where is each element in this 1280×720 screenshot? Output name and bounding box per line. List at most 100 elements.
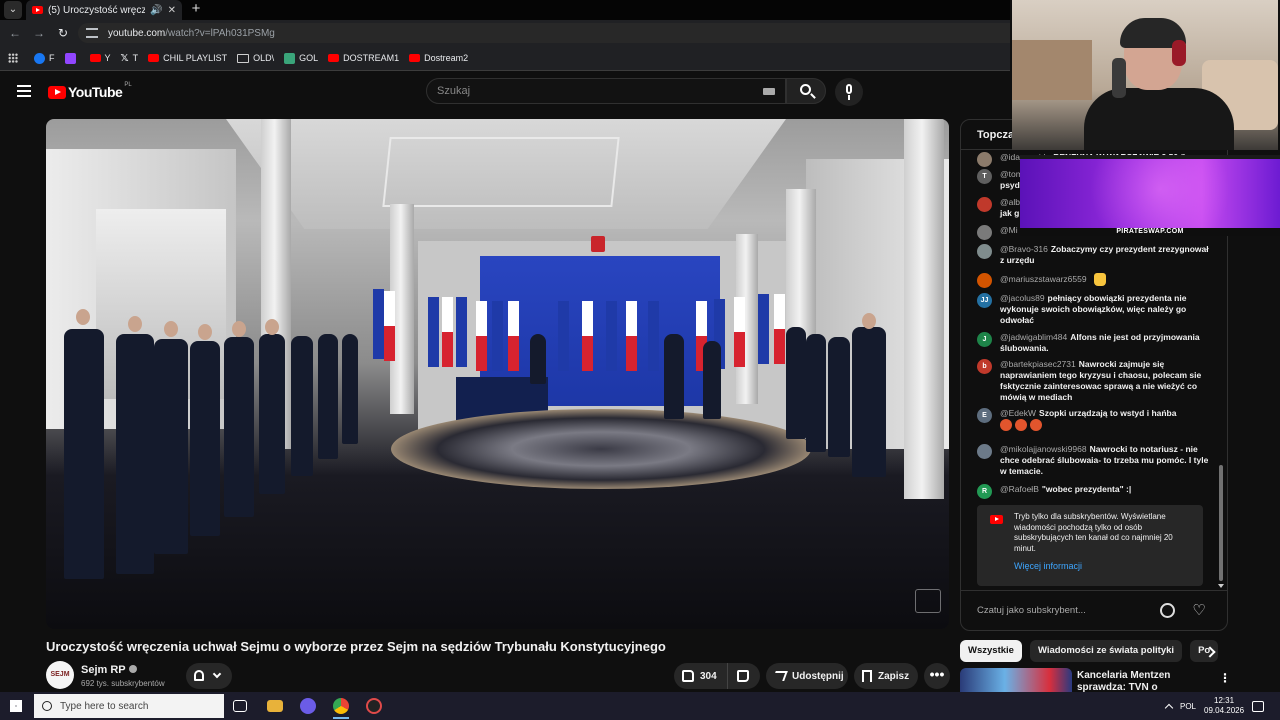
related-video-title[interactable]: Kancelaria Mentzen sprawdza: TVN o Funda… [1077, 670, 1207, 692]
chip-politics-news[interactable]: Wiadomości ze świata polityki [1029, 640, 1183, 662]
chat-avatar[interactable]: E [977, 408, 992, 423]
more-info-link[interactable]: Więcej informacji [1014, 561, 1082, 571]
chat-input[interactable] [977, 601, 1157, 619]
task-view-icon[interactable] [233, 700, 247, 712]
url-field[interactable]: youtube.com/watch?v=lPAh031PSMg [78, 23, 1010, 43]
bookmark-item[interactable]: DOSTREAM1 [328, 53, 399, 63]
chat-author[interactable]: @jacolus89 [1000, 293, 1045, 303]
clock-date: 09.04.2026 [1204, 706, 1245, 715]
bookmark-label: F [49, 53, 55, 63]
video-scene-person [318, 334, 338, 459]
show-hidden-icons-icon[interactable] [1164, 703, 1174, 712]
like-button[interactable]: 304 [674, 663, 728, 689]
close-tab-icon[interactable]: ✕ [168, 5, 176, 16]
video-scene-person [64, 329, 104, 579]
bookmark-item[interactable]: GOL [284, 52, 318, 64]
kebab-menu-icon[interactable]: ⋮ [1219, 671, 1231, 685]
back-arrow-icon[interactable]: ← [6, 24, 24, 42]
chat-avatar[interactable] [977, 244, 992, 259]
video-scene-face [76, 309, 90, 325]
more-actions-button[interactable]: ••• [924, 663, 950, 689]
related-video-thumbnail[interactable] [960, 668, 1072, 692]
video-player[interactable] [46, 119, 949, 629]
dislike-button[interactable] [728, 663, 760, 689]
video-scene-ceiling-frame [382, 137, 620, 207]
polish-flag-icon [476, 301, 487, 371]
chat-message: R @RafoełB "wobec prezydenta" :| [977, 484, 1209, 499]
chat-author[interactable]: @jadwigablim484 [1000, 332, 1067, 342]
sponsor-text: PIRATESWAP.COM [1116, 228, 1184, 235]
youtube-icon [990, 515, 1003, 524]
channel-avatar[interactable]: SEJM [46, 661, 74, 689]
bookmark-item[interactable]: 𝕏T [121, 53, 139, 64]
app-icon[interactable] [300, 698, 316, 714]
chat-author[interactable]: @RafoełB [1000, 484, 1039, 494]
chat-avatar[interactable]: R [977, 484, 992, 499]
site-info-icon[interactable] [86, 28, 98, 38]
channel-name[interactable]: Sejm RP [81, 664, 126, 676]
chat-avatar[interactable]: b [977, 359, 992, 374]
save-button[interactable]: Zapisz [854, 663, 918, 689]
chat-avatar[interactable] [977, 225, 992, 240]
chat-author[interactable]: @mikolajjanowski9968 [1000, 444, 1087, 454]
search-input[interactable] [437, 85, 757, 97]
channel-name-row[interactable]: Sejm RP [81, 664, 137, 676]
clock[interactable]: 12:31 09.04.2026 [1204, 696, 1244, 716]
new-tab-button[interactable]: + [188, 0, 204, 20]
taskbar-search-input[interactable] [60, 700, 210, 712]
chat-avatar[interactable] [977, 152, 992, 167]
chat-scrollbar[interactable] [1219, 465, 1223, 581]
apps-grid-icon[interactable] [8, 53, 18, 63]
chat-avatar[interactable] [977, 197, 992, 212]
menu-icon[interactable] [17, 85, 31, 97]
scroll-down-arrow-icon[interactable] [1218, 584, 1224, 588]
taskbar-search[interactable] [34, 694, 224, 718]
bookmark-item[interactable] [64, 52, 80, 64]
file-explorer-icon[interactable] [267, 700, 283, 712]
language-indicator[interactable]: POL [1180, 702, 1196, 711]
windows-start-icon[interactable] [10, 700, 22, 712]
chat-author[interactable]: @Mi [1000, 225, 1018, 235]
chip-all[interactable]: Wszystkie [960, 640, 1022, 662]
chat-mode-selector[interactable]: Topcza [977, 129, 1014, 141]
video-scene-face [862, 313, 876, 329]
bookmark-label: Y [104, 53, 111, 63]
bookmark-label: CHIL PLAYLIST [163, 53, 228, 63]
chat-author[interactable]: @Bravo-316 [1000, 244, 1048, 254]
voice-search-button[interactable] [835, 78, 863, 106]
tab-search-button[interactable]: ⌄ [4, 1, 22, 19]
chat-author[interactable]: @alb [1000, 197, 1020, 207]
notifications-icon[interactable] [1252, 700, 1265, 712]
reload-icon[interactable]: ↻ [54, 24, 72, 42]
chat-avatar[interactable]: JJ [977, 293, 992, 308]
bookmark-folder[interactable]: OLD\ [237, 53, 274, 63]
chat-avatar[interactable]: T [977, 169, 992, 184]
keyboard-icon[interactable] [763, 88, 775, 95]
chat-author[interactable]: @bartekpiasec2731 [1000, 359, 1076, 369]
chat-avatar[interactable] [977, 273, 992, 288]
speaker-icon[interactable]: 🔊 [150, 5, 162, 16]
chat-author[interactable]: @mariuszstawarz6559 [1000, 274, 1087, 284]
forward-arrow-icon[interactable]: → [30, 24, 48, 42]
video-scene-person [291, 336, 313, 476]
bookmark-item[interactable]: Y [89, 53, 111, 63]
chat-avatar[interactable] [977, 444, 992, 459]
bookmark-item[interactable]: CHIL PLAYLIST [148, 53, 227, 63]
bookmark-item[interactable]: Dostream2 [409, 53, 468, 63]
youtube-logo[interactable]: YouTube PL [48, 82, 132, 100]
chat-author[interactable]: @EdekW [1000, 408, 1036, 418]
chat-avatar[interactable]: J [977, 332, 992, 347]
chrome-icon[interactable] [333, 698, 349, 714]
heart-icon[interactable]: ♡ [1191, 603, 1207, 618]
bookmark-item[interactable]: F [34, 52, 55, 64]
active-app-indicator [333, 717, 349, 719]
share-label: Udostępnij [792, 670, 844, 682]
notifications-button[interactable] [186, 663, 232, 689]
search-button[interactable] [786, 78, 826, 104]
share-button[interactable]: Udostępnij [766, 663, 848, 689]
emoji-picker-icon[interactable] [1160, 603, 1175, 618]
url-host: youtube.com [108, 27, 166, 39]
video-scene-pillar [904, 119, 944, 499]
obs-icon[interactable] [366, 698, 382, 714]
browser-tab[interactable]: (5) Uroczystość wręczenia u 🔊 ✕ [26, 0, 182, 20]
